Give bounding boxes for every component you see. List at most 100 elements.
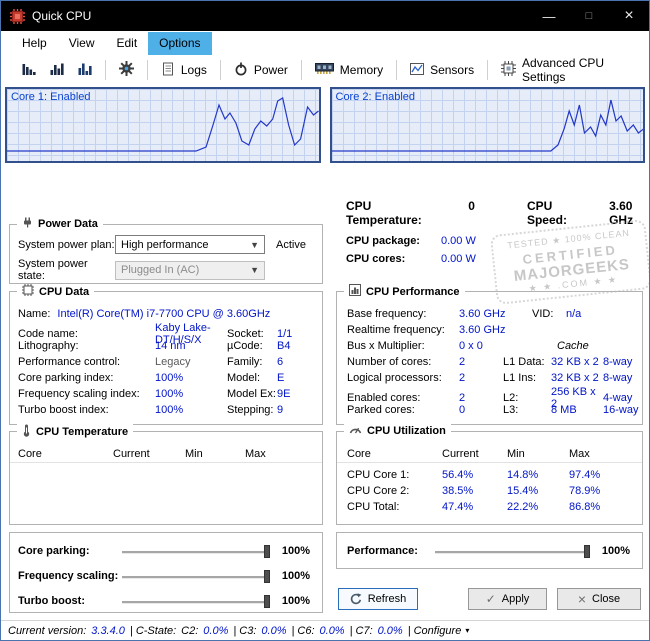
- app-icon: [10, 9, 25, 24]
- c2-value: 0.0%: [203, 625, 228, 637]
- cpu-data-row: Code name:Kaby Lake-DT/H/S/X Socket:1/1: [10, 322, 322, 338]
- toolbar-separator: [487, 60, 488, 80]
- settings-gear-button[interactable]: [112, 58, 141, 82]
- graph-view-1-button[interactable]: [15, 59, 43, 82]
- chip-icon: [22, 284, 34, 299]
- core2-graph-label: Core 2: Enabled: [336, 91, 416, 103]
- power-data-group: Power Data System power plan: High perfo…: [9, 224, 323, 284]
- c6-value: 0.0%: [320, 625, 345, 637]
- slider-thumb[interactable]: [264, 570, 270, 583]
- cpu-data-row: Turbo boost index:100% Stepping:9: [10, 402, 322, 418]
- window-controls: — □ ×: [529, 1, 649, 31]
- chevron-down-icon: ▼: [250, 240, 259, 250]
- menu-view[interactable]: View: [58, 32, 106, 55]
- gauge-icon: [349, 424, 362, 437]
- cpu-name-label: Name:: [18, 308, 50, 320]
- advanced-cpu-settings-button[interactable]: Advanced CPU Settings: [494, 53, 649, 87]
- graph-view-3-button[interactable]: [71, 59, 99, 82]
- power-data-title: Power Data: [38, 218, 98, 230]
- bar-chart-tall-icon: [78, 62, 92, 79]
- cpu-utilization-group: CPU Utilization Core Current Min Max CPU…: [336, 431, 643, 525]
- cpu-temperature-label: CPU Temperature:: [346, 199, 428, 227]
- c3-label: | C3:: [233, 625, 256, 637]
- gear-icon: [119, 61, 134, 79]
- core1-graph-label: Core 1: Enabled: [11, 91, 91, 103]
- titlebar: Quick CPU — □ ×: [1, 1, 649, 31]
- cpu-speed-label: CPU Speed:: [527, 199, 581, 227]
- version-label: Current version:: [8, 625, 86, 637]
- core-parking-value: 100%: [270, 545, 310, 557]
- cpu-chip-icon: [501, 61, 516, 79]
- turbo-boost-value: 100%: [270, 595, 310, 607]
- minimize-button[interactable]: —: [529, 1, 569, 31]
- turbo-boost-label: Turbo boost:: [18, 595, 122, 607]
- performance-label: Performance:: [347, 545, 435, 557]
- version-value: 3.3.4.0: [91, 625, 125, 637]
- power-state-select[interactable]: Plugged In (AC) ▼: [115, 261, 265, 280]
- bar-chart-descending-icon: [22, 62, 36, 79]
- sensors-button[interactable]: Sensors: [403, 59, 481, 82]
- utilization-row: CPU Core 1: 56.4% 14.8% 97.4%: [337, 467, 642, 483]
- advanced-cpu-settings-label: Advanced CPU Settings: [522, 56, 642, 84]
- cpu-cores-value: 0.00 W: [441, 253, 476, 265]
- turbo-boost-slider[interactable]: [122, 594, 270, 609]
- cpu-performance-row: Parked cores:0 L3:8 MB 16-way: [337, 402, 642, 418]
- core-control-sliders-group: Core parking: 100% Frequency scaling: 10…: [9, 532, 323, 613]
- cpu-performance-group: CPU Performance Base frequency: 3.60 GHz…: [336, 291, 643, 425]
- c3-value: 0.0%: [261, 625, 286, 637]
- slider-thumb[interactable]: [264, 545, 270, 558]
- base-frequency-row: Base frequency: 3.60 GHz VID: n/a: [337, 305, 642, 322]
- toolbar: Logs Power Memory Sensors Advanced CPU S…: [1, 55, 649, 85]
- cpu-data-row: Lithography:14 nm µCode:B4: [10, 338, 322, 354]
- statusbar: Current version: 3.3.4.0 | C-State: C2: …: [1, 620, 649, 640]
- graph-view-2-button[interactable]: [43, 59, 71, 82]
- cpu-performance-row: Enabled cores:2 L2:256 KB x 2 4-way: [337, 386, 642, 402]
- power-button[interactable]: Power: [227, 59, 295, 82]
- memory-button[interactable]: Memory: [308, 59, 390, 81]
- toolbar-separator: [301, 60, 302, 80]
- toolbar-separator: [105, 60, 106, 80]
- performance-slider-group: Performance: 100%: [336, 532, 643, 569]
- memory-icon: [315, 62, 334, 78]
- cpu-performance-row: Logical processors:2 L1 Ins:32 KB x 2 8-…: [337, 370, 642, 386]
- core2-graph-panel: Core 2: Enabled: [330, 87, 646, 163]
- cpu-data-row: Core parking index:100% Model:E: [10, 370, 322, 386]
- core-parking-slider[interactable]: [122, 544, 270, 559]
- chevron-down-icon: ▼: [250, 265, 259, 275]
- menu-edit[interactable]: Edit: [105, 32, 148, 55]
- cpu-power-values: CPU package: 0.00 W CPU cores: 0.00 W: [346, 232, 476, 268]
- apply-button[interactable]: ✓ Apply: [468, 588, 547, 610]
- cpu-data-row: Frequency scaling index:100% Model Ex:9E: [10, 386, 322, 402]
- cpu-name-value: Intel(R) Core(TM) i7-7700 CPU @ 3.60GHz: [57, 308, 270, 320]
- cstate-label: | C-State:: [130, 625, 176, 637]
- frequency-scaling-label: Frequency scaling:: [18, 570, 122, 582]
- c6-label: | C6:: [291, 625, 314, 637]
- slider-thumb[interactable]: [584, 545, 590, 558]
- frequency-scaling-slider[interactable]: [122, 569, 270, 584]
- frequency-scaling-value: 100%: [270, 570, 310, 582]
- power-plan-select[interactable]: High performance ▼: [115, 235, 265, 254]
- maximize-button[interactable]: □: [569, 1, 609, 31]
- slider-thumb[interactable]: [264, 595, 270, 608]
- refresh-button[interactable]: Refresh: [338, 588, 418, 610]
- cpu-speed-value: 3.60 GHz: [609, 199, 649, 227]
- thermometer-icon: [22, 424, 31, 440]
- performance-slider[interactable]: [435, 544, 590, 559]
- close-button[interactable]: × Close: [557, 588, 641, 610]
- plug-icon: [22, 217, 33, 231]
- cache-header: Cache: [547, 340, 642, 352]
- close-window-button[interactable]: ×: [609, 1, 649, 31]
- sensors-label: Sensors: [430, 63, 474, 77]
- menu-options[interactable]: Options: [148, 32, 211, 55]
- menu-help[interactable]: Help: [11, 32, 58, 55]
- realtime-frequency-row: Realtime frequency: 3.60 GHz: [337, 322, 642, 338]
- cpu-performance-title: CPU Performance: [366, 286, 460, 298]
- power-plan-label: System power plan:: [18, 239, 115, 251]
- temperature-table-header: Core Current Min Max: [10, 445, 322, 463]
- toolbar-separator: [396, 60, 397, 80]
- configure-dropdown[interactable]: | Configure ▾: [408, 625, 470, 637]
- bus-multiplier-row: Bus x Multiplier: 0 x 0 Cache: [337, 338, 642, 354]
- bar-chart-mixed-icon: [50, 62, 64, 79]
- cpu-package-label: CPU package:: [346, 235, 441, 247]
- logs-button[interactable]: Logs: [154, 59, 214, 82]
